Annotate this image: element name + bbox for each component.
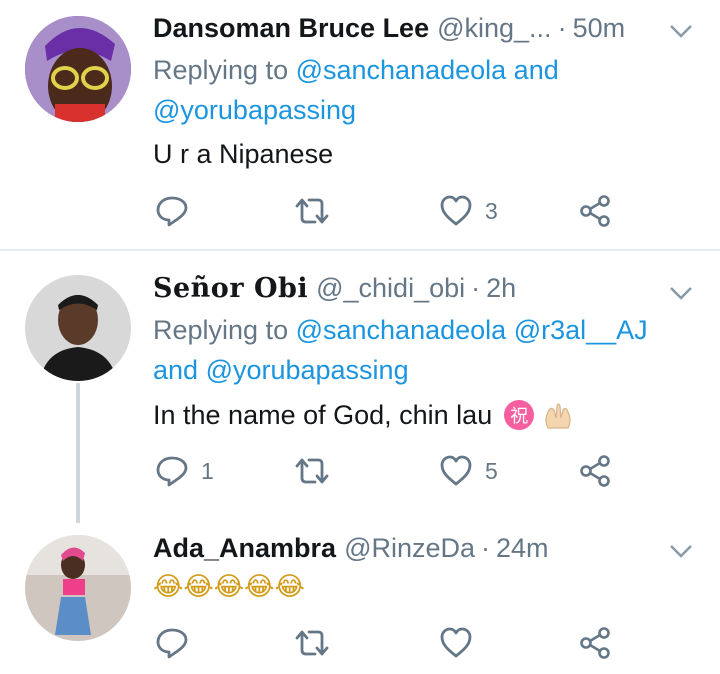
retweet-icon [295,630,329,656]
tweet-header: Ada_Anambra @RinzeDa · 24m [153,531,660,565]
tweet-text-body: U r a Nipanese [153,138,334,169]
share-icon [580,195,610,227]
tweet-text: In the name of God, chin lau 祝 [153,397,576,433]
like-count: 3 [485,197,498,224]
like-button[interactable]: 5 [439,453,498,489]
reply-button[interactable] [155,625,201,661]
like-button[interactable]: 3 [439,193,498,229]
tweet-actions: 1 5 [155,453,615,489]
tweet-actions [155,625,615,661]
tweet-actions: 3 [155,193,615,229]
tweet-1[interactable]: Dansoman Bruce Lee @king_... · 50m Reply… [0,0,720,250]
replying-prefix: Replying to [153,315,296,345]
share-icon [580,627,610,659]
like-icon [440,455,472,486]
avatar[interactable] [25,275,131,381]
avatar[interactable] [25,535,131,641]
retweet-button[interactable] [293,625,343,661]
retweet-icon [295,458,329,484]
reply-button[interactable]: 1 [155,453,214,489]
mention-link[interactable]: @r3al__AJ [514,315,648,345]
tweet-3[interactable]: Ada_Anambra @RinzeDa · 24m 😂😂😂😂😂 [0,511,720,674]
tweet-text-body: In the name of God, chin lau [153,399,493,430]
retweet-icon [295,198,329,224]
and-word: and [506,55,559,85]
mention-link[interactable]: @sanchanadeola [296,315,507,345]
like-icon [440,627,472,658]
share-button[interactable] [579,625,611,661]
chevron-down-icon[interactable] [668,542,694,560]
display-name[interactable]: Señor Obi [153,273,308,304]
tweet-text: U r a Nipanese [153,136,333,172]
user-handle[interactable]: @king_... [437,13,551,44]
chevron-down-icon[interactable] [668,284,694,302]
timestamp[interactable]: 24m [496,533,549,564]
timestamp[interactable]: 50m [573,13,626,44]
tweet-header: Dansoman Bruce Lee @king_... · 50m [153,11,660,45]
display-name[interactable]: Dansoman Bruce Lee [153,13,429,44]
share-button[interactable] [579,453,611,489]
mention-link[interactable]: @yorubapassing [153,95,356,125]
tweet-header: Señor Obi @_chidi_obi · 2h [153,271,660,305]
timestamp[interactable]: 2h [486,273,516,304]
separator-dot: · [557,12,567,43]
reply-icon [156,628,188,659]
user-handle[interactable]: @RinzeDa [344,533,475,564]
user-handle[interactable]: @_chidi_obi [316,273,465,304]
mention-link[interactable]: @sanchanadeola [296,55,507,85]
replying-prefix: Replying to [153,55,296,85]
tweet-text: 😂😂😂😂😂 [153,567,305,605]
retweet-button[interactable] [293,453,343,489]
reply-count: 1 [201,457,214,484]
chevron-down-icon[interactable] [668,22,694,40]
separator-dot: · [471,272,481,303]
mention-link[interactable]: @yorubapassing [206,355,409,385]
like-count: 5 [485,457,498,484]
praying-hands-icon [545,403,571,429]
reply-icon [156,456,188,487]
like-icon [440,195,472,226]
share-button[interactable] [579,193,611,229]
separator-dot: · [481,532,491,563]
reply-button[interactable] [155,193,201,229]
and-word: and [153,355,206,385]
replying-to: Replying to @sanchanadeola @r3al__AJ and… [153,310,700,390]
replying-to: Replying to @sanchanadeola and @yorubapa… [153,50,700,130]
share-icon [580,455,610,487]
reply-icon [156,196,188,227]
avatar[interactable] [25,16,131,122]
like-button[interactable] [439,625,485,661]
display-name[interactable]: Ada_Anambra [153,533,336,564]
tweet-text-body: 😂😂😂😂😂 [153,570,305,601]
retweet-button[interactable] [293,193,343,229]
tweet-2[interactable]: Señor Obi @_chidi_obi · 2h Replying to @… [0,251,720,511]
congratulations-emoji: 祝 [504,400,535,430]
